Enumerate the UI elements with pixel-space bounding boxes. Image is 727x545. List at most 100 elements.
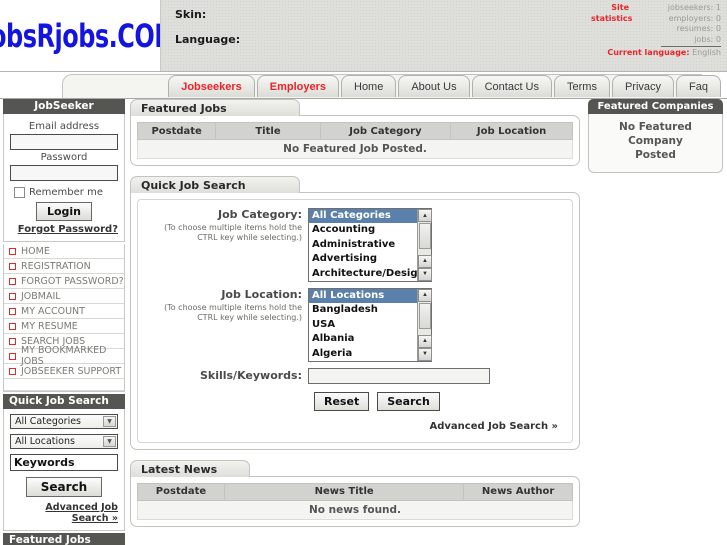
email-label: Email address [28,121,100,132]
tab-employers[interactable]: Employers [256,75,339,97]
sidebar-item-label: MY ACCOUNT [21,305,85,317]
sidebar-item-label: HOME [21,245,50,257]
sidebar-item-jobseeker-support[interactable]: JOBSEEKER SUPPORT [4,364,124,379]
job-location-listbox[interactable]: All Locations Bangladesh USA Albania Alg… [308,287,432,362]
remember-me-checkbox[interactable] [14,187,25,198]
featured-jobs-panel: Featured Jobs Postdate Title Job Categor… [130,99,580,166]
stats-title-line2: statistics [591,13,633,23]
col-postdate: Postdate [136,122,217,140]
sidebar-item-forgot-password[interactable]: FORGOT PASSWORD? [4,274,124,289]
bullet-icon [9,337,16,345]
job-location-option[interactable]: All Locations [309,288,431,304]
quick-job-search-panel: Quick Job Search Job Category: (To choos… [130,176,580,450]
scroll-up-icon[interactable]: ▲ [418,209,432,222]
sidebar-keywords-input[interactable]: Keywords [10,454,118,471]
stat-resumes-label: resumes: [676,24,714,33]
job-location-row: Job Location: (To choose multiple items … [148,287,562,362]
scrollbar-thumb[interactable] [419,302,431,329]
sidebar-item-my-resume[interactable]: MY RESUME [4,319,124,334]
sidebar-item-my-account[interactable]: MY ACCOUNT [4,304,124,319]
job-category-option[interactable]: Architecture/Design [309,267,431,281]
current-language-value: English [692,48,721,57]
featured-companies-body: No Featured Company Posted [588,114,723,173]
job-category-scrollbar[interactable]: ▲ ▲ ▼ [417,209,432,281]
featured-companies-panel: Featured Companies No Featured Company P… [588,99,723,173]
job-category-option[interactable]: Advertising [309,252,431,266]
sidebar-item-home[interactable]: HOME [4,244,124,259]
sidebar-location-value: All Locations [15,436,75,447]
scroll-down-icon[interactable]: ▼ [418,267,432,281]
job-category-option[interactable]: Accounting [309,223,431,237]
stat-jobs-label: jobs: [694,34,714,44]
advanced-job-search-link[interactable]: Advanced Job Search » [429,421,558,432]
sidebar-quick-search-panel: Quick Job Search All Categories ▼ All Lo… [3,394,125,531]
sidebar-featured-jobs-title: Featured Jobs [3,533,125,545]
quick-job-search-form: Job Category: (To choose multiple items … [137,199,573,443]
featured-jobs-body: Postdate Title Job Category Job Location… [130,115,580,166]
chevron-down-icon[interactable]: ▼ [103,416,116,427]
bullet-icon [9,277,16,285]
sidebar-location-select[interactable]: All Locations ▼ [10,434,118,449]
jobseeker-login-title: JobSeeker [3,99,125,114]
scroll-up-icon[interactable]: ▲ [418,288,432,302]
skills-keywords-input[interactable] [308,367,490,384]
col-news-title: News Title [223,482,465,501]
main-content: Featured Jobs Postdate Title Job Categor… [130,99,580,537]
job-location-option[interactable]: Albania [309,332,431,346]
bullet-icon [9,322,16,330]
sidebar-search-button[interactable]: Search [25,477,103,497]
forgot-password-link[interactable]: Forgot Password? [10,224,118,235]
stat-employers-value: 0 [715,13,721,23]
sidebar-item-jobmail[interactable]: JOBMAIL [4,289,124,304]
sidebar-quick-search-title: Quick Job Search [3,394,125,409]
chevron-down-icon[interactable]: ▼ [103,436,116,447]
divider [661,46,721,47]
job-category-listbox[interactable]: All Categories Accounting Administrative… [308,208,432,282]
scroll-down-icon[interactable]: ▼ [418,347,432,361]
remember-me-label: Remember me [29,187,103,198]
featured-companies-empty-line2: Posted [635,149,676,161]
job-category-option[interactable]: Administrative [309,238,431,252]
main-navigation: Jobseekers Employers Home About Us Conta… [0,72,727,99]
menu-spacer [4,379,124,391]
sidebar-item-registration[interactable]: REGISTRATION [4,259,124,274]
password-label: Password [40,152,88,163]
email-field[interactable] [10,134,118,150]
job-location-scrollbar[interactable]: ▲ ▲ ▼ [417,288,432,361]
quick-job-search-title: Quick Job Search [130,176,300,193]
logo-text: jobsRjobs.COM [0,16,178,55]
job-location-label: Job Location: [221,287,302,301]
tab-contact-us[interactable]: Contact Us [471,75,553,97]
tab-jobseekers[interactable]: Jobseekers [168,75,255,97]
sidebar-item-label: FORGOT PASSWORD? [21,275,124,287]
remember-me-row[interactable]: Remember me [14,187,118,198]
tab-about-us[interactable]: About Us [398,75,470,97]
job-location-option[interactable]: USA [309,318,431,332]
logo[interactable]: jobsRjobs.COM [0,0,178,71]
scroll-up-icon[interactable]: ▲ [418,334,432,348]
job-category-option[interactable]: All Categories [309,209,431,224]
tab-faq[interactable]: Faq [676,75,721,97]
tab-privacy[interactable]: Privacy [611,75,675,97]
stat-resumes: resumes: 0 [591,24,722,35]
sidebar-item-my-bookmarked-jobs[interactable]: MY BOOKMARKED JOBS [4,345,124,367]
skills-keywords-label-block: Skills/Keywords: [148,369,308,382]
password-field[interactable] [10,165,118,181]
tab-terms[interactable]: Terms [554,75,610,97]
sidebar-category-select[interactable]: All Categories ▼ [10,414,118,429]
col-job-location: Job Location [450,122,573,140]
login-button[interactable]: Login [35,202,93,221]
reset-button[interactable]: Reset [314,391,370,411]
search-button[interactable]: Search [377,391,440,411]
sidebar-advanced-job-search-link[interactable]: Advanced Job Search » [10,502,118,524]
site-statistics-title: Site statistics [591,3,633,24]
job-location-option[interactable]: Algeria [309,347,431,361]
jobseeker-login-panel: JobSeeker Email address Password Remembe… [3,99,125,242]
job-location-option[interactable]: Bangladesh [309,303,431,317]
sidebar-search-row: Search [10,477,118,497]
scrollbar-thumb[interactable] [419,223,431,249]
tab-home[interactable]: Home [341,75,397,97]
scroll-up-icon[interactable]: ▲ [418,254,432,268]
latest-news-table: Postdate News Title News Author No news … [137,482,573,520]
table-header-row: Postdate News Title News Author [137,482,573,501]
